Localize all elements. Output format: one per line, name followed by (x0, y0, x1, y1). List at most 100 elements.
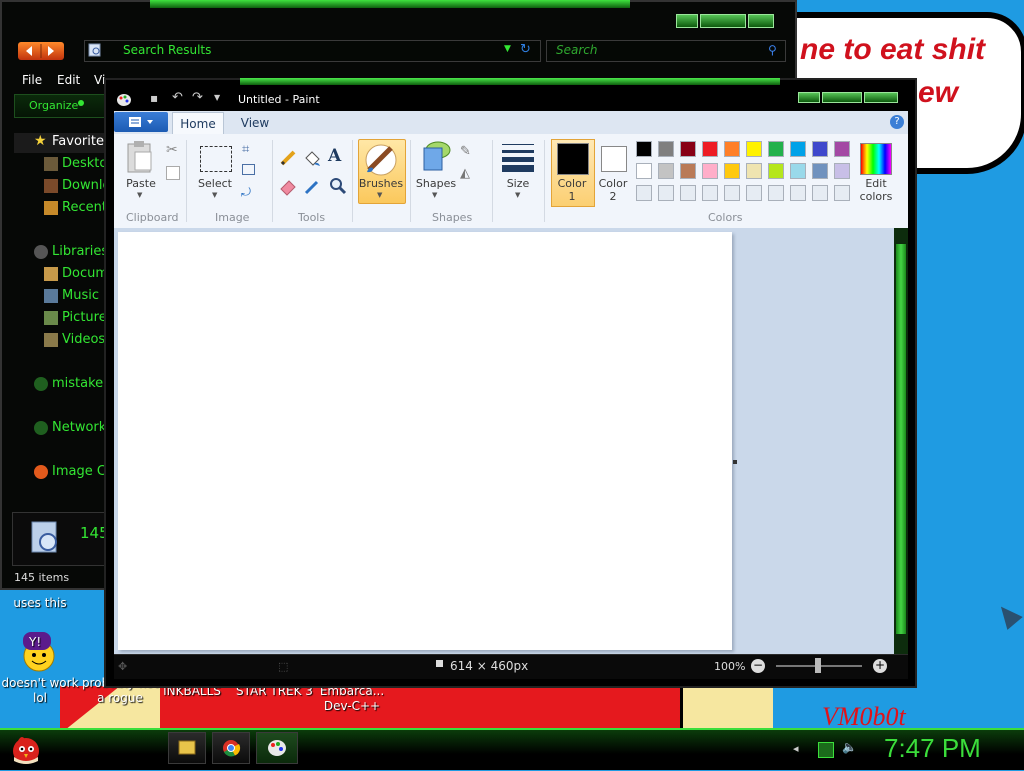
outline-icon[interactable]: ✎ (460, 144, 471, 159)
paint-maximize-button[interactable] (822, 92, 862, 103)
palette-swatch[interactable] (790, 163, 806, 179)
canvas-resize-handle[interactable] (733, 460, 737, 464)
customize-qat-icon[interactable]: ▼ (214, 93, 220, 102)
nav-recent[interactable]: Recent (44, 200, 107, 215)
magnifier-icon[interactable] (328, 176, 348, 196)
paint-menu-button[interactable] (114, 112, 168, 132)
zoom-out-button[interactable]: − (751, 659, 765, 673)
shapes-icon[interactable] (420, 140, 452, 174)
edit-colors-icon[interactable] (860, 143, 892, 175)
select-icon[interactable] (200, 146, 232, 172)
taskbar-explorer[interactable] (168, 732, 206, 764)
nav-homegroup[interactable]: mistake (34, 376, 103, 391)
palette-swatch[interactable] (636, 185, 652, 201)
fill-icon[interactable] (302, 148, 322, 168)
start-button[interactable] (6, 729, 50, 767)
pencil-icon[interactable] (278, 148, 298, 168)
palette-swatch[interactable] (724, 163, 740, 179)
save-icon[interactable]: ▪ (150, 91, 158, 105)
eraser-icon[interactable] (278, 176, 298, 196)
palette-swatch[interactable] (724, 141, 740, 157)
redo-icon[interactable]: ↷ (192, 90, 203, 105)
palette-swatch[interactable] (746, 163, 762, 179)
paint-close-button[interactable] (864, 92, 898, 103)
resize-icon[interactable] (242, 164, 255, 175)
palette-swatch[interactable] (812, 163, 828, 179)
desktop-icon-uses-this[interactable]: uses this (0, 596, 80, 611)
paint-minimize-button[interactable] (798, 92, 820, 103)
chevron-down-icon[interactable]: ▼ (212, 191, 217, 199)
drawing-canvas[interactable] (118, 232, 732, 650)
palette-swatch[interactable] (834, 185, 850, 201)
nav-documents[interactable]: Docum (44, 266, 108, 281)
undo-icon[interactable]: ↶ (172, 90, 183, 105)
zoom-in-button[interactable]: + (873, 659, 887, 673)
action-center-icon[interactable] (818, 742, 834, 758)
palette-swatch[interactable] (680, 163, 696, 179)
chevron-down-icon[interactable]: ▼ (515, 191, 520, 199)
palette-swatch[interactable] (834, 141, 850, 157)
nav-favorites[interactable]: ★ Favorites (34, 133, 111, 149)
palette-swatch[interactable] (812, 141, 828, 157)
menu-file[interactable]: File (22, 73, 42, 87)
desktop-icon-dev-cpp[interactable]: Embarca... Dev-C++ (312, 684, 392, 714)
paint-app-icon[interactable] (116, 92, 132, 106)
close-button[interactable] (748, 14, 774, 28)
show-hidden-icons[interactable]: ◂ (793, 742, 807, 756)
palette-swatch[interactable] (658, 163, 674, 179)
palette-swatch[interactable] (658, 141, 674, 157)
size-icon[interactable] (502, 142, 534, 172)
palette-swatch[interactable] (702, 185, 718, 201)
palette-swatch[interactable] (636, 163, 652, 179)
maximize-button[interactable] (700, 14, 746, 28)
nav-music[interactable]: Music (44, 288, 99, 303)
menu-edit[interactable]: Edit (57, 73, 80, 87)
palette-swatch[interactable] (658, 185, 674, 201)
palette-swatch[interactable] (702, 141, 718, 157)
nav-videos[interactable]: Videos (44, 332, 105, 347)
search-icon[interactable]: ⚲ (768, 43, 777, 57)
tab-home[interactable]: Home (172, 112, 224, 134)
volume-icon[interactable]: 🔈 (842, 740, 857, 754)
taskbar-paint[interactable] (256, 732, 298, 764)
palette-swatch[interactable] (834, 163, 850, 179)
palette-swatch[interactable] (812, 185, 828, 201)
taskbar-chrome[interactable] (212, 732, 250, 764)
palette-swatch[interactable] (636, 141, 652, 157)
crop-icon[interactable]: ⌗ (242, 142, 249, 157)
cut-icon[interactable]: ✂ (166, 142, 178, 158)
chevron-down-icon[interactable]: ▼ (504, 44, 511, 54)
help-icon[interactable]: ? (890, 115, 904, 129)
nav-libraries[interactable]: Libraries (34, 244, 108, 259)
shape-fill-icon[interactable]: ◭ (460, 166, 470, 181)
text-tool-icon[interactable]: A (328, 146, 341, 166)
zoom-slider-thumb[interactable] (815, 658, 821, 673)
color-picker-icon[interactable] (302, 176, 322, 196)
palette-swatch[interactable] (702, 163, 718, 179)
chevron-down-icon[interactable]: ▼ (432, 191, 437, 199)
minimize-button[interactable] (676, 14, 698, 28)
refresh-icon[interactable]: ↻ (520, 42, 531, 57)
nav-network[interactable]: Network (34, 420, 106, 435)
palette-swatch[interactable] (680, 141, 696, 157)
palette-swatch[interactable] (768, 185, 784, 201)
tab-view[interactable]: View (232, 112, 278, 134)
rotate-icon[interactable]: ⤾ (241, 185, 251, 200)
chevron-down-icon[interactable]: ▼ (377, 191, 382, 199)
palette-swatch[interactable] (768, 141, 784, 157)
copy-icon[interactable] (166, 166, 180, 180)
palette-swatch[interactable] (746, 141, 762, 157)
palette-swatch[interactable] (680, 185, 696, 201)
scrollbar-thumb[interactable] (896, 244, 906, 634)
palette-swatch[interactable] (790, 141, 806, 157)
palette-swatch[interactable] (724, 185, 740, 201)
desktop-icon-yahoo[interactable]: Y! doesn't work lol (0, 628, 80, 706)
chevron-down-icon[interactable]: ▼ (137, 191, 142, 199)
nav-pictures[interactable]: Picture (44, 310, 107, 325)
color2-swatch[interactable] (601, 146, 627, 172)
taskbar-clock[interactable]: 7:47 PM (884, 733, 981, 764)
palette-swatch[interactable] (790, 185, 806, 201)
back-forward-buttons[interactable] (18, 42, 64, 60)
nav-desktop[interactable]: Deskto (44, 156, 107, 171)
paste-icon[interactable] (126, 140, 154, 174)
